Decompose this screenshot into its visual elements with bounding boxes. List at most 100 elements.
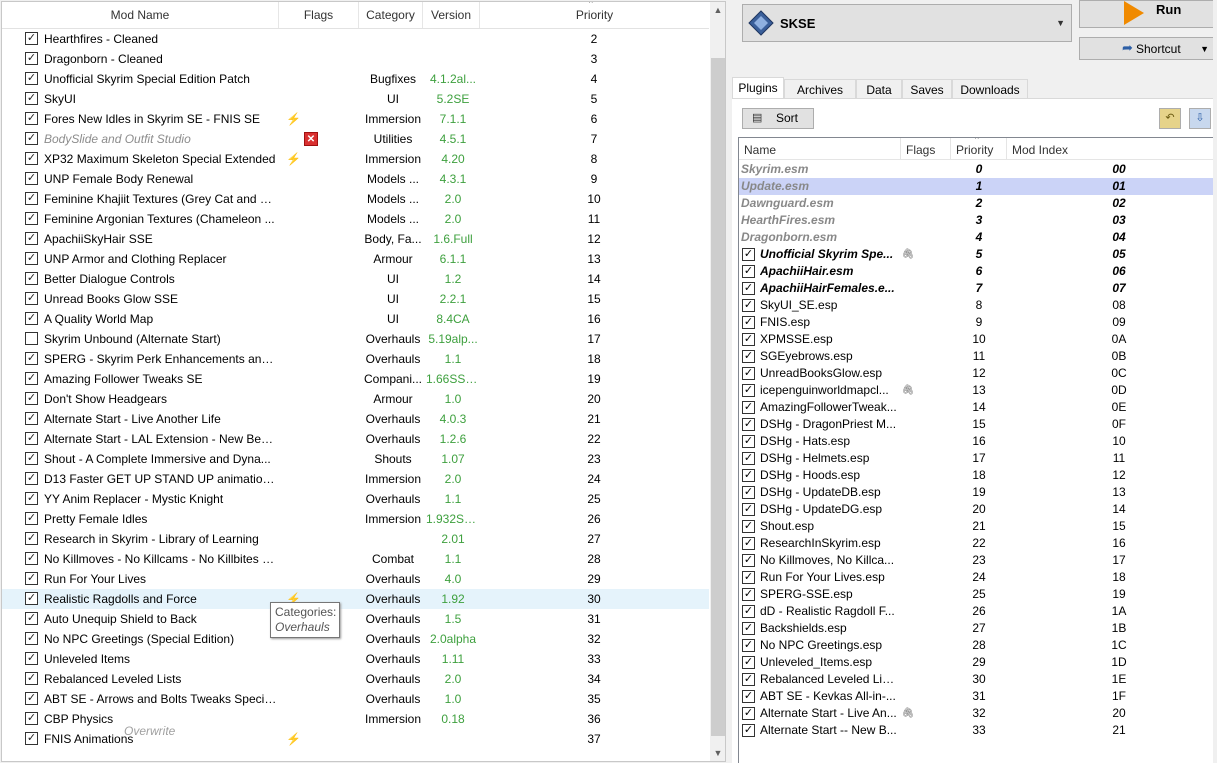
plugin-checkbox[interactable]: ✓ bbox=[742, 435, 755, 448]
mod-row[interactable]: ✓ ApachiiSkyHair SSE Body, Fa... 1.6.Full 12 bbox=[2, 229, 709, 249]
plugin-row[interactable]: ✓ DSHg - DragonPriest M... 15 0F bbox=[739, 416, 1216, 433]
run-button[interactable]: Run bbox=[1079, 0, 1216, 28]
tab-archives[interactable]: Archives bbox=[784, 79, 856, 99]
mod-row[interactable]: ✓ Don't Show Headgears Armour 1.0 20 bbox=[2, 389, 709, 409]
plugin-checkbox[interactable]: ✓ bbox=[742, 384, 755, 397]
mod-row[interactable]: ✓ Feminine Argonian Textures (Chameleon .… bbox=[2, 209, 709, 229]
plugin-row[interactable]: ✓ icepenguinworldmapcl... 🖇 13 0D bbox=[739, 382, 1216, 399]
tab-plugins[interactable]: Plugins bbox=[732, 77, 784, 99]
plugin-checkbox[interactable]: ✓ bbox=[742, 316, 755, 329]
plugin-row[interactable]: HearthFires.esm 3 03 bbox=[739, 212, 1216, 229]
mod-row[interactable]: ✓ BodySlide and Outfit Studio ✕ Utilities 4.… bbox=[2, 129, 709, 149]
mod-checkbox[interactable]: ✓ bbox=[25, 252, 38, 265]
plugin-checkbox[interactable]: ✓ bbox=[742, 333, 755, 346]
plugin-checkbox[interactable]: ✓ bbox=[742, 503, 755, 516]
plugin-checkbox[interactable]: ✓ bbox=[742, 452, 755, 465]
scroll-up-icon[interactable]: ▲ bbox=[710, 2, 725, 18]
column-header-mod-name[interactable]: Mod Name bbox=[2, 2, 279, 28]
mod-checkbox[interactable]: ✓ bbox=[25, 152, 38, 165]
scroll-thumb[interactable] bbox=[711, 58, 725, 736]
plugin-checkbox[interactable]: ✓ bbox=[742, 588, 755, 601]
mod-checkbox[interactable]: ✓ bbox=[25, 512, 38, 525]
plugin-checkbox[interactable]: ✓ bbox=[742, 554, 755, 567]
plugin-row[interactable]: ✓ DSHg - Hoods.esp 18 12 bbox=[739, 467, 1216, 484]
plugin-checkbox[interactable]: ✓ bbox=[742, 486, 755, 499]
plugin-row[interactable]: ✓ Backshields.esp 27 1B bbox=[739, 620, 1216, 637]
mod-row[interactable]: ✓ Auto Unequip Shield to Back Overhauls 1.5… bbox=[2, 609, 709, 629]
restore-backup-icon[interactable]: ↶ bbox=[1159, 108, 1181, 129]
mod-checkbox[interactable]: ✓ bbox=[25, 712, 38, 725]
mod-checkbox[interactable]: ✓ bbox=[25, 92, 38, 105]
mod-row[interactable]: ✓ Alternate Start - LAL Extension - New B… bbox=[2, 429, 709, 449]
plugin-row[interactable]: ✓ dD - Realistic Ragdoll F... 26 1A bbox=[739, 603, 1216, 620]
mod-row[interactable]: ✓ No NPC Greetings (Special Edition) Overh… bbox=[2, 629, 709, 649]
shortcut-button[interactable]: ➦ Shortcut ▼ bbox=[1079, 37, 1216, 60]
plugin-checkbox[interactable]: ✓ bbox=[742, 265, 755, 278]
plugin-checkbox[interactable]: ✓ bbox=[742, 401, 755, 414]
plugin-row[interactable]: ✓ DSHg - Hats.esp 16 10 bbox=[739, 433, 1216, 450]
mod-row[interactable]: ✓ Amazing Follower Tweaks SE Compani... 1.6… bbox=[2, 369, 709, 389]
plugin-row[interactable]: ✓ SkyUI_SE.esp 8 08 bbox=[739, 297, 1216, 314]
mod-row[interactable]: ✓ Shout - A Complete Immersive and Dyna..… bbox=[2, 449, 709, 469]
plugin-checkbox[interactable]: ✓ bbox=[742, 299, 755, 312]
plugin-checkbox[interactable]: ✓ bbox=[742, 656, 755, 669]
mod-checkbox[interactable]: ✓ bbox=[25, 412, 38, 425]
plugin-checkbox[interactable]: ✓ bbox=[742, 248, 755, 261]
mod-checkbox[interactable]: ✓ bbox=[25, 132, 38, 145]
column-header-version[interactable]: Version bbox=[423, 2, 480, 28]
mod-checkbox[interactable]: ✓ bbox=[25, 532, 38, 545]
mod-checkbox[interactable]: ✓ bbox=[25, 172, 38, 185]
mod-row[interactable]: ✓ Run For Your Lives Overhauls 4.0 29 bbox=[2, 569, 709, 589]
plugin-row[interactable]: ✓ FNIS.esp 9 09 bbox=[739, 314, 1216, 331]
column-header-priority[interactable]: ^ Priority bbox=[480, 2, 709, 28]
plugin-row[interactable]: ✓ Alternate Start - Live An... 🖇 32 20 bbox=[739, 705, 1216, 722]
tab-downloads[interactable]: Downloads bbox=[952, 79, 1028, 99]
mod-row[interactable]: ✓ Research in Skyrim - Library of Learnin… bbox=[2, 529, 709, 549]
plugin-checkbox[interactable]: ✓ bbox=[742, 622, 755, 635]
mod-checkbox[interactable]: ✓ bbox=[25, 492, 38, 505]
plugin-row[interactable]: ✓ Shout.esp 21 15 bbox=[739, 518, 1216, 535]
mod-row[interactable]: ✓ Unofficial Skyrim Special Edition Patch… bbox=[2, 69, 709, 89]
mod-row[interactable]: ✓ SPERG - Skyrim Perk Enhancements and R.… bbox=[2, 349, 709, 369]
plugin-checkbox[interactable]: ✓ bbox=[742, 673, 755, 686]
plugin-checkbox[interactable]: ✓ bbox=[742, 690, 755, 703]
mod-checkbox[interactable] bbox=[25, 332, 38, 345]
mod-row[interactable]: ✓ YY Anim Replacer - Mystic Knight Overhau… bbox=[2, 489, 709, 509]
plugin-row[interactable]: ✓ SPERG-SSE.esp 25 19 bbox=[739, 586, 1216, 603]
mod-row[interactable]: ✓ Unleveled Items Overhauls 1.11 33 bbox=[2, 649, 709, 669]
tab-saves[interactable]: Saves bbox=[902, 79, 952, 99]
plugin-row[interactable]: ✓ ApachiiHairFemales.e... 7 07 bbox=[739, 280, 1216, 297]
mod-row[interactable]: ✓ Rebalanced Leveled Lists Overhauls 2.0 34 bbox=[2, 669, 709, 689]
mod-checkbox[interactable]: ✓ bbox=[25, 272, 38, 285]
column-header-flags[interactable]: Flags bbox=[279, 2, 359, 28]
column-header-plugin-priority[interactable]: ^ Priority bbox=[951, 138, 1007, 160]
tab-data[interactable]: Data bbox=[856, 79, 902, 99]
plugin-checkbox[interactable]: ✓ bbox=[742, 350, 755, 363]
mod-checkbox[interactable]: ✓ bbox=[25, 72, 38, 85]
save-backup-icon[interactable]: ⇩ bbox=[1189, 108, 1211, 129]
mod-row[interactable]: ✓ SkyUI UI 5.2SE 5 bbox=[2, 89, 709, 109]
mod-checkbox[interactable]: ✓ bbox=[25, 732, 38, 745]
mod-row[interactable]: ✓ No Killmoves - No Killcams - No Killbit… bbox=[2, 549, 709, 569]
mod-checkbox[interactable]: ✓ bbox=[25, 632, 38, 645]
plugin-row[interactable]: Update.esm 1 01 bbox=[739, 178, 1216, 195]
mod-checkbox[interactable]: ✓ bbox=[25, 232, 38, 245]
mod-checkbox[interactable]: ✓ bbox=[25, 432, 38, 445]
sort-button[interactable]: ▤ Sort bbox=[742, 108, 814, 129]
mod-row[interactable]: ✓ UNP Female Body Renewal Models ... 4.3.1 9 bbox=[2, 169, 709, 189]
plugin-checkbox[interactable]: ✓ bbox=[742, 520, 755, 533]
plugin-row[interactable]: Dawnguard.esm 2 02 bbox=[739, 195, 1216, 212]
plugin-checkbox[interactable]: ✓ bbox=[742, 469, 755, 482]
mod-row[interactable]: ✓ D13 Faster GET UP STAND UP animation v.… bbox=[2, 469, 709, 489]
column-header-name[interactable]: Name bbox=[739, 138, 901, 160]
plugin-row[interactable]: ✓ ABT SE - Kevkas All-in-... 31 1F bbox=[739, 688, 1216, 705]
mod-checkbox[interactable]: ✓ bbox=[25, 212, 38, 225]
overwrite-label[interactable]: Overwrite bbox=[124, 724, 175, 738]
plugin-row[interactable]: ✓ Unleveled_Items.esp 29 1D bbox=[739, 654, 1216, 671]
plugin-row[interactable]: ✓ SGEyebrows.esp 11 0B bbox=[739, 348, 1216, 365]
plugin-row[interactable]: ✓ AmazingFollowerTweak... 14 0E bbox=[739, 399, 1216, 416]
column-header-category[interactable]: Category bbox=[359, 2, 423, 28]
mod-checkbox[interactable]: ✓ bbox=[25, 392, 38, 405]
mod-checkbox[interactable]: ✓ bbox=[25, 612, 38, 625]
mod-checkbox[interactable]: ✓ bbox=[25, 292, 38, 305]
